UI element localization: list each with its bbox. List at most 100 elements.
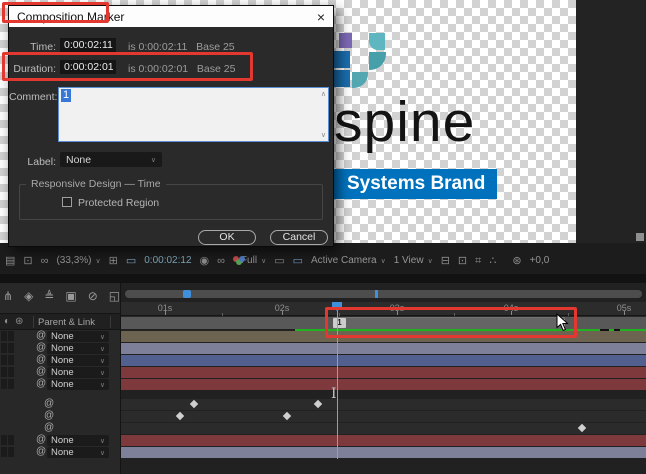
- take-snapshot-icon[interactable]: ◉: [200, 255, 210, 267]
- responsive-design-group: Responsive Design — Time Protected Regio…: [19, 184, 323, 220]
- view-layout-select[interactable]: 1 View∨: [394, 255, 433, 266]
- frame-blending-icon[interactable]: ▣: [65, 289, 76, 303]
- chevron-down-icon: ∨: [100, 357, 105, 365]
- layer-row-controls: @None∨: [0, 355, 120, 366]
- layer-toggle-cell[interactable]: [8, 435, 14, 445]
- current-time-display[interactable]: 0:00:02:12: [144, 255, 191, 266]
- comment-label: Comment:: [9, 91, 56, 103]
- parent-link-select[interactable]: None∨: [47, 435, 109, 446]
- property-pickwhip-icon[interactable]: @: [44, 422, 54, 433]
- draft-3d-icon[interactable]: ◈: [24, 289, 33, 303]
- composition-marker-dialog: Composition Marker × Time: 0:00:02:11 is…: [8, 5, 334, 247]
- label-select[interactable]: None ∨: [60, 152, 162, 167]
- property-row-track: [121, 399, 646, 410]
- layer-toggle-cell[interactable]: [1, 331, 7, 341]
- panel-resize-handle[interactable]: [636, 233, 644, 241]
- logo-teal-quarter-1: [369, 52, 386, 70]
- hide-shy-layers-icon[interactable]: ≜: [44, 289, 54, 303]
- ok-button[interactable]: OK: [198, 230, 256, 245]
- switches-column-icon: ⊛: [15, 316, 23, 327]
- parent-pickwhip-icon[interactable]: @: [36, 434, 46, 445]
- composition-toolbar: ▤ ⊡ ∞ (33,3%)∨ ⊞ ▭ 0:00:02:12 ◉ ∞ Full∨ ▭ ▭ Active C…: [0, 243, 646, 274]
- property-pickwhip-icon[interactable]: @: [44, 398, 54, 409]
- responsive-design-title: Responsive Design — Time: [26, 178, 166, 190]
- logo-teal-tile: [369, 33, 385, 50]
- layer-toggle-cell[interactable]: [8, 343, 14, 353]
- parent-pickwhip-icon[interactable]: @: [36, 366, 46, 377]
- layer-toggle-cell[interactable]: [8, 447, 14, 457]
- layer-toggle-cell[interactable]: [1, 367, 7, 377]
- navigator-handle[interactable]: [183, 290, 191, 298]
- layer-toggle-cell[interactable]: [8, 379, 14, 389]
- show-last-snapshot-icon[interactable]: ∞: [217, 255, 225, 267]
- property-row-controls: @: [0, 423, 120, 434]
- layer-duration-bar[interactable]: [121, 343, 646, 354]
- adjust-exposure-icon[interactable]: ⊛: [512, 255, 521, 267]
- layer-duration-bar[interactable]: [121, 379, 646, 390]
- transparency-grid-icon[interactable]: ▭: [293, 255, 303, 267]
- scroll-up-icon[interactable]: ∧: [321, 90, 326, 98]
- grid-and-guides-icon[interactable]: ⊞: [109, 255, 118, 267]
- parent-link-select[interactable]: None∨: [47, 379, 109, 390]
- parent-pickwhip-icon[interactable]: @: [36, 446, 46, 457]
- resolution-select[interactable]: Full∨: [241, 255, 266, 266]
- panel-options-icon[interactable]: ▤: [5, 255, 15, 267]
- comment-textarea[interactable]: 1 ∧ ∨: [58, 87, 329, 142]
- parent-link-value: None: [51, 343, 74, 354]
- scroll-down-icon[interactable]: ∨: [321, 131, 326, 139]
- banner-text: Systems Brand: [334, 169, 497, 199]
- parent-pickwhip-icon[interactable]: @: [36, 330, 46, 341]
- cancel-button[interactable]: Cancel: [270, 230, 328, 245]
- chevron-down-icon: ∨: [100, 381, 105, 389]
- layer-duration-bar[interactable]: [121, 447, 646, 458]
- pixel-aspect-icon[interactable]: ⌗: [475, 255, 481, 267]
- close-icon[interactable]: ×: [317, 10, 325, 24]
- layer-toggle-cell[interactable]: [8, 355, 14, 365]
- layer-toggle-cell[interactable]: [1, 447, 7, 457]
- mouse-pointer-cursor: [556, 313, 569, 332]
- layer-toggle-cell[interactable]: [8, 367, 14, 377]
- layer-duration-bar[interactable]: [121, 367, 646, 378]
- time-input[interactable]: 0:00:02:11: [60, 38, 116, 52]
- time-navigator-bar[interactable]: [125, 290, 642, 298]
- region-of-interest-icon[interactable]: ▭: [126, 255, 136, 267]
- parent-link-select[interactable]: None∨: [47, 447, 109, 458]
- property-pickwhip-icon[interactable]: @: [44, 410, 54, 421]
- layer-toggle-cell[interactable]: [8, 331, 14, 341]
- chevron-down-icon: ∨: [100, 333, 105, 341]
- motion-blur-icon[interactable]: ⊘: [88, 289, 98, 303]
- layer-toggle-cell[interactable]: [1, 355, 7, 365]
- ruler-tick-mark: [165, 311, 166, 315]
- layer-duration-bar[interactable]: [121, 435, 646, 446]
- parent-link-select[interactable]: None∨: [47, 367, 109, 378]
- chevron-down-icon: ∨: [428, 257, 433, 265]
- magnification-ratio-select[interactable]: (33,3%)∨: [56, 255, 100, 266]
- parent-link-select[interactable]: None∨: [47, 331, 109, 342]
- property-row-track: [121, 411, 646, 422]
- target-region-icon[interactable]: ▭: [274, 255, 284, 267]
- chevron-down-icon: ∨: [151, 156, 156, 164]
- share-view-icon[interactable]: ⊟: [441, 255, 450, 267]
- column-divider: [110, 316, 111, 328]
- graph-editor-icon[interactable]: ◱: [109, 289, 120, 303]
- parent-link-column-header: Parent & Link: [38, 317, 95, 328]
- layer-row-controls: @None∨: [0, 447, 120, 458]
- fast-previews-icon[interactable]: ∴: [489, 255, 496, 267]
- parent-pickwhip-icon[interactable]: @: [36, 378, 46, 389]
- snapshot-glasses-icon[interactable]: ∞: [41, 255, 49, 267]
- master-view-icon[interactable]: ⊡: [458, 255, 467, 267]
- parent-pickwhip-icon[interactable]: @: [36, 354, 46, 365]
- magnification-monitor-icon[interactable]: ⊡: [23, 255, 32, 267]
- composition-mini-flowchart-icon[interactable]: ⋔: [3, 289, 13, 303]
- layer-toggle-cell[interactable]: [1, 343, 7, 353]
- layer-toggle-cell[interactable]: [1, 379, 7, 389]
- timeline-left-panel: ⋔◈≜▣⊘◱ ◐⊛ Parent & Link @None∨@None∨@Non…: [0, 283, 120, 474]
- parent-link-select[interactable]: None∨: [47, 355, 109, 366]
- 3d-view-select[interactable]: Active Camera∨: [311, 255, 386, 266]
- parent-link-select[interactable]: None∨: [47, 343, 109, 354]
- parent-pickwhip-icon[interactable]: @: [36, 342, 46, 353]
- protected-region-checkbox[interactable]: [62, 197, 72, 207]
- layer-toggle-cell[interactable]: [1, 435, 7, 445]
- parent-link-value: None: [51, 447, 74, 458]
- layer-duration-bar[interactable]: [121, 355, 646, 366]
